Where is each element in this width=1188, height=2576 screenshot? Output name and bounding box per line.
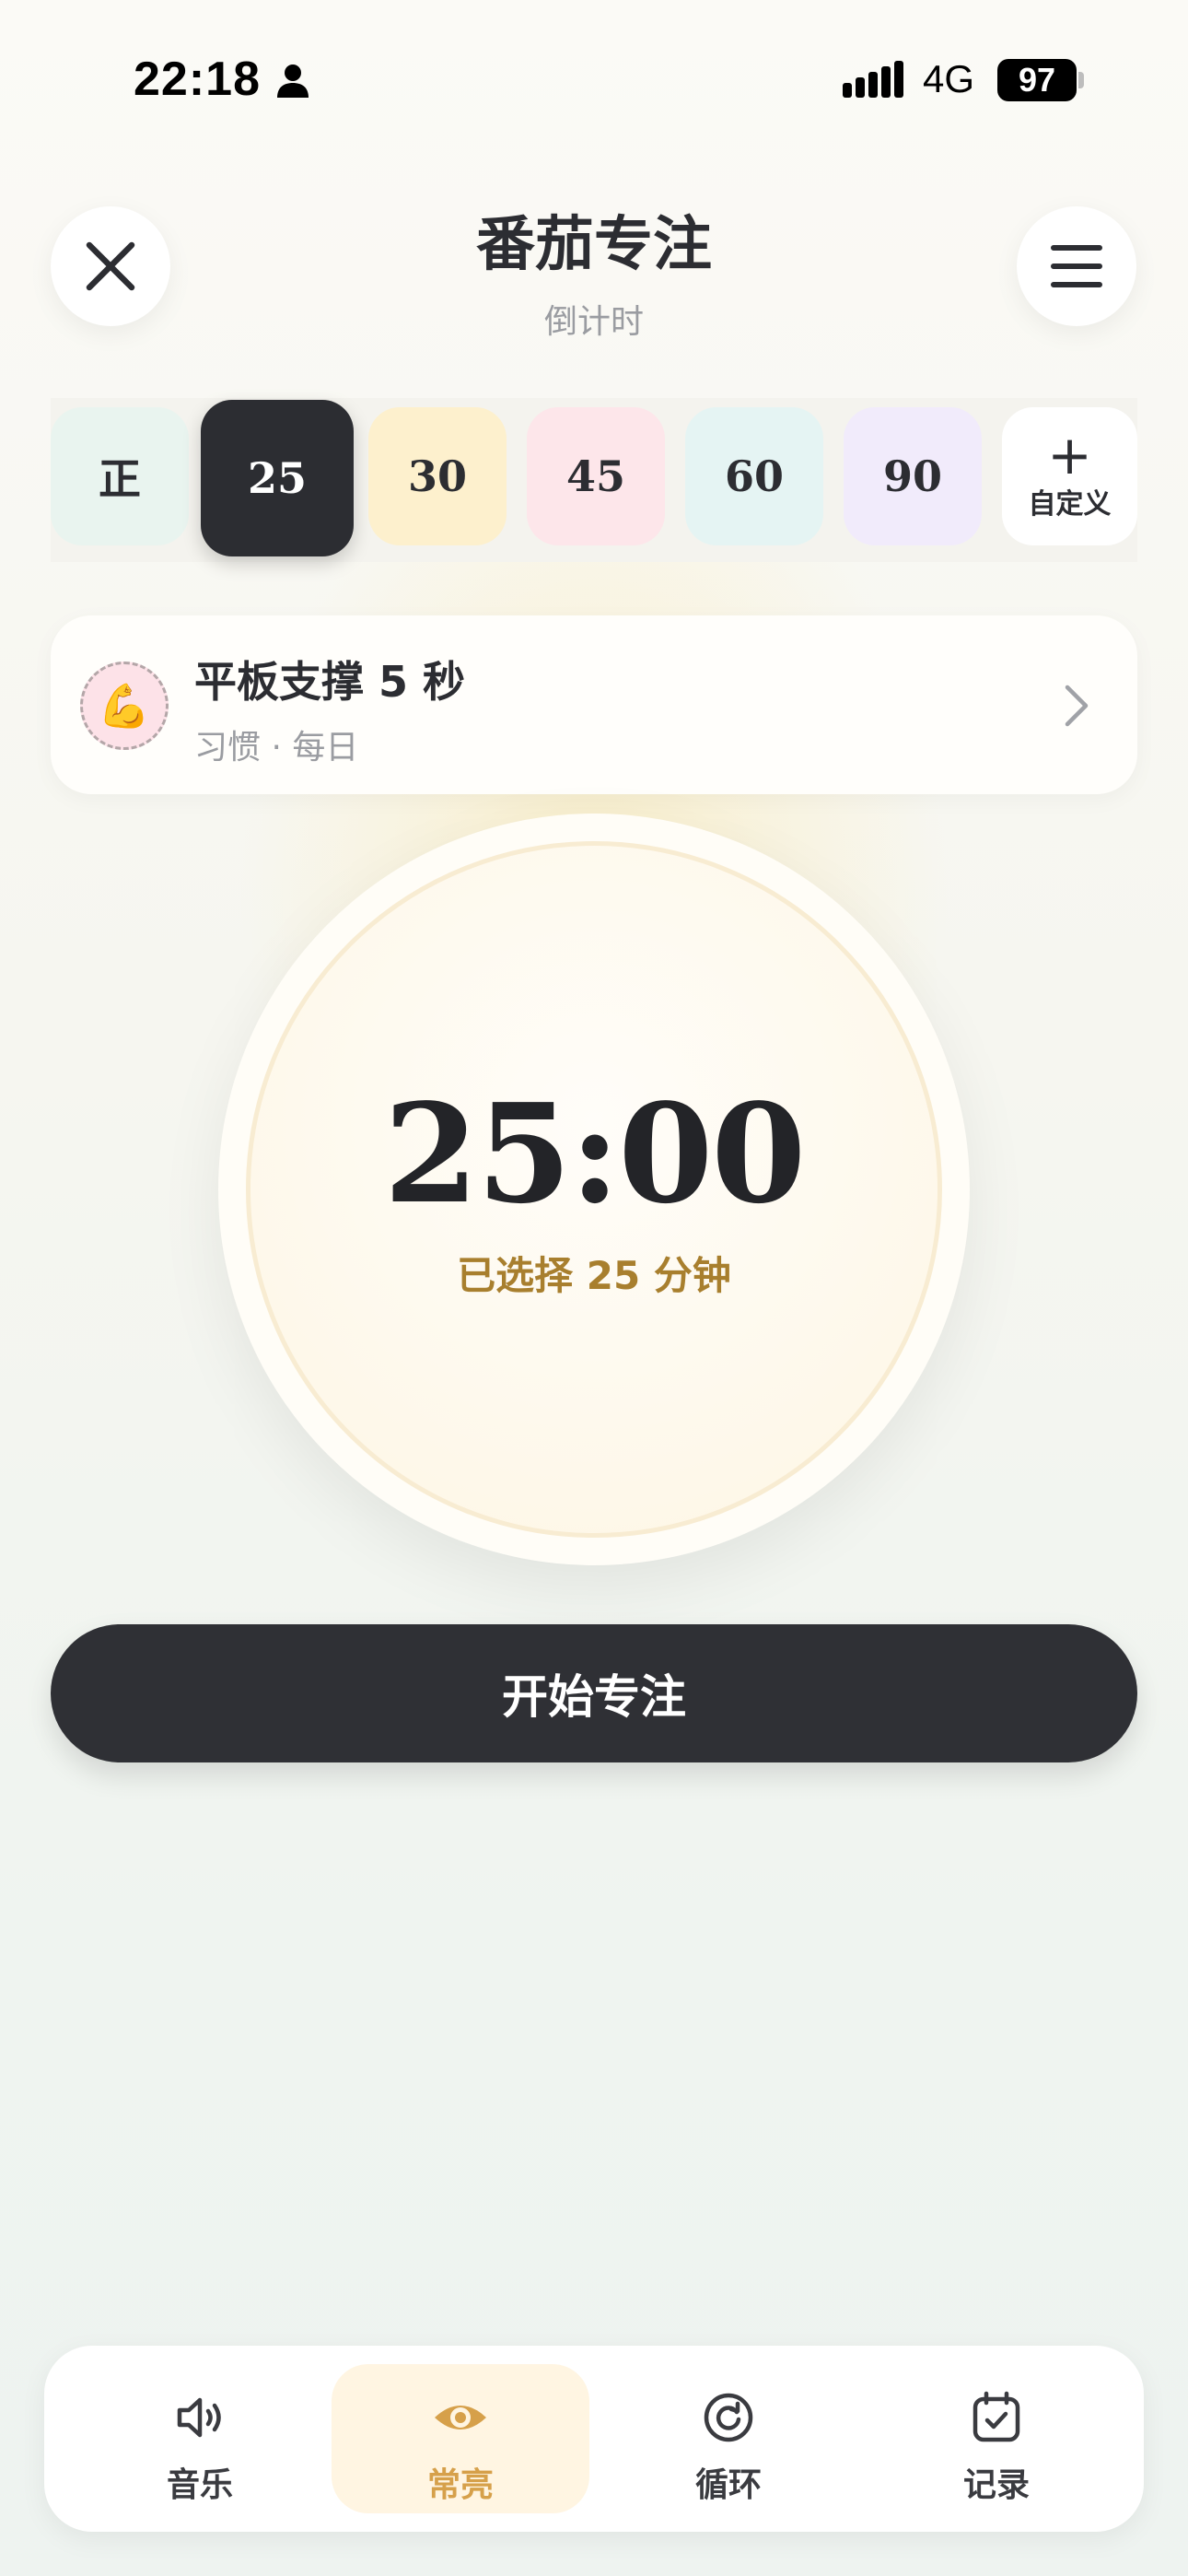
nav-records-label: 记录 [962, 2466, 1030, 2504]
bottom-nav: 音乐 常亮 循环 记录 [44, 2346, 1144, 2532]
nav-loop[interactable]: 循环 [600, 2364, 857, 2513]
habit-subtitle: 习惯 · 每日 [194, 729, 359, 767]
page-title: 番茄专注 [476, 211, 712, 279]
nav-keep-awake-label: 常亮 [426, 2466, 494, 2504]
habit-card[interactable]: 💪 平板支撑 5 秒 习惯 · 每日 [51, 615, 1137, 794]
battery-tip [1078, 72, 1084, 88]
chip-custom-label: 自定义 [1028, 488, 1112, 521]
menu-button[interactable] [1017, 206, 1136, 326]
calendar-check-icon [973, 2391, 1020, 2442]
chip-30[interactable]: 30 [368, 407, 507, 545]
nav-records[interactable]: 记录 [868, 2364, 1125, 2513]
speaker-icon [177, 2397, 221, 2438]
chevron-right-icon [1065, 685, 1089, 727]
habit-avatar: 💪 [80, 662, 169, 750]
signal-icon [843, 61, 903, 98]
nav-music[interactable]: 音乐 [71, 2364, 329, 2513]
duration-selector: 正 25 30 45 60 90 + 自定义 [51, 398, 1137, 562]
chip-custom[interactable]: + 自定义 [1002, 407, 1137, 545]
nav-loop-label: 循环 [694, 2466, 762, 2504]
chip-90[interactable]: 90 [844, 407, 982, 545]
menu-icon [1051, 245, 1102, 287]
timer-value: 25:00 [383, 1073, 807, 1234]
plus-icon: + [1047, 424, 1092, 486]
page-subtitle: 倒计时 [543, 303, 644, 341]
chip-25[interactable]: 25 [201, 400, 354, 556]
chip-stopwatch[interactable]: 正 [51, 407, 189, 545]
flexed-biceps-icon: 💪 [98, 681, 151, 731]
habit-title: 平板支撑 5 秒 [194, 657, 466, 707]
start-focus-button[interactable]: 开始专注 [51, 1624, 1137, 1762]
timer-caption: 已选择 25 分钟 [457, 1253, 731, 1298]
nav-keep-awake[interactable]: 常亮 [332, 2364, 589, 2513]
battery-indicator: 97 [997, 59, 1077, 101]
chip-45[interactable]: 45 [527, 407, 665, 545]
person-icon [277, 64, 309, 98]
network-label: 4G [923, 57, 975, 100]
timer-dial: 25:00 已选择 25 分钟 [218, 814, 970, 1565]
eye-icon [435, 2406, 486, 2430]
status-time: 22:18 [134, 53, 261, 106]
nav-music-label: 音乐 [166, 2466, 233, 2504]
chip-60[interactable]: 60 [685, 407, 823, 545]
refresh-icon [704, 2393, 753, 2442]
